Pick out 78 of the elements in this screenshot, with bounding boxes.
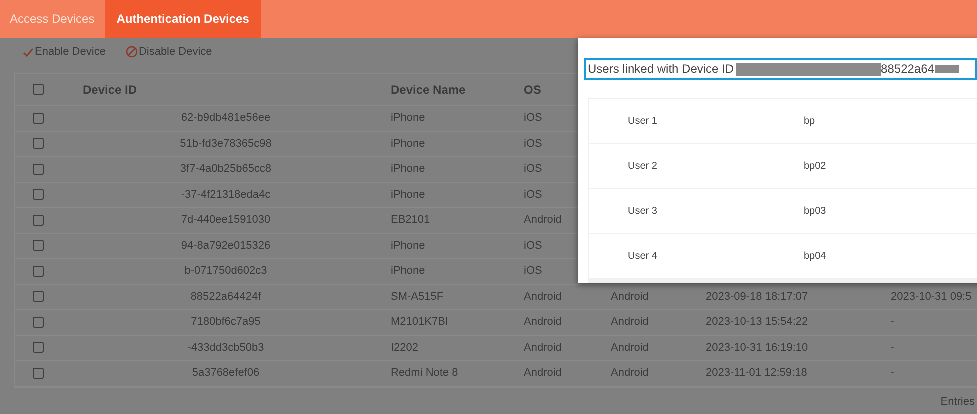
checkbox[interactable]	[32, 240, 44, 252]
tab[interactable]: Authentication Devices	[104, 0, 262, 38]
enable-device-button[interactable]: Enable Device	[23, 44, 106, 60]
checkbox[interactable]	[32, 342, 44, 354]
checkbox[interactable]	[32, 316, 44, 328]
user-label: User 4	[627, 250, 658, 264]
table-cell-text: iPhone	[391, 136, 426, 152]
check-icon	[23, 48, 34, 56]
checkbox[interactable]	[32, 112, 44, 124]
table-cell-text: Android	[611, 366, 649, 381]
table-cell-text: -433dd3cb50b3	[188, 340, 264, 356]
table-cell-text: Android	[611, 340, 649, 356]
table-cell-text: M2101K7BI	[391, 315, 448, 330]
checkbox[interactable]	[32, 138, 44, 150]
column-header: OS	[524, 82, 542, 98]
checkbox[interactable]	[32, 368, 44, 379]
table-cell-text: iPhone	[391, 111, 426, 126]
table-cell-text: 62-b9db481e56ee	[181, 111, 271, 126]
table-cell-text: 2023-11-01 12:59:18	[706, 366, 808, 381]
user-value: bp04	[804, 250, 826, 264]
table-cell-text: iOS	[524, 111, 542, 126]
table-cell-text: 3f7-4a0b25b65cc8	[180, 162, 272, 177]
table-cell-text: 5a3768efef06	[192, 366, 260, 381]
table-cell-text: 2023-09-18 18:17:07	[706, 290, 808, 304]
table-cell-text: b-071750d602c3	[184, 264, 268, 279]
table-cell-text: -	[891, 366, 895, 381]
device-id-text: 88522a64	[881, 61, 934, 78]
table-cell-text: 2023-10-13 15:54:22	[706, 315, 808, 330]
user-label: User 1	[627, 114, 658, 128]
table-cell-text: iOS	[524, 238, 542, 254]
table-cell-text: Android	[611, 290, 649, 304]
table-cell-text: Android	[611, 315, 649, 330]
table-cell-text: 94-8a792e015326	[181, 238, 271, 254]
column-header: Device Name	[391, 82, 466, 98]
tab[interactable]: Access Devices	[0, 0, 105, 38]
checkbox[interactable]	[32, 189, 44, 200]
table-cell-text: iOS	[524, 264, 542, 279]
table-cell-text: EB2101	[391, 213, 430, 228]
table-cell-text: -37-4f21318eda4c	[181, 188, 271, 202]
user-value: bp	[804, 114, 816, 128]
user-value: bp02	[804, 160, 826, 174]
user-label: User 2	[627, 160, 658, 174]
table-cell-text: 2023-10-31 16:19:10	[706, 340, 808, 356]
table-cell-text: -	[891, 315, 895, 330]
entries-label: Entries	[940, 394, 975, 410]
table-cell-text: SM-A515F	[391, 290, 444, 304]
table-cell-text: iPhone	[391, 188, 426, 202]
table-cell-text: iOS	[524, 188, 542, 202]
table-cell-text: Android	[524, 290, 562, 304]
table-cell-text: I2202	[391, 340, 419, 356]
table-cell-text: Android	[524, 366, 562, 381]
redaction-block	[935, 65, 960, 73]
checkbox[interactable]	[32, 266, 44, 277]
table-cell-text: 7d-440ee1591030	[181, 213, 271, 228]
table-cell-text: Android	[524, 213, 562, 228]
table-cell-text: iPhone	[391, 264, 426, 279]
table-cell-text: Redmi Note 8	[391, 366, 458, 381]
ban-icon	[126, 46, 138, 58]
table-cell-text: 7180bf6c7a95	[191, 315, 261, 330]
user-value: bp03	[804, 204, 826, 218]
table-cell-text: Android	[524, 340, 562, 356]
table-cell-text: iPhone	[391, 162, 426, 177]
table-cell-text: iPhone	[391, 238, 426, 254]
table-cell-text: 2023-10-31 09:5	[891, 290, 972, 304]
checkbox[interactable]	[32, 214, 44, 226]
table-cell-text: Android	[524, 315, 562, 330]
disable-device-button[interactable]: Disable Device	[126, 44, 212, 60]
checkbox[interactable]	[32, 291, 44, 302]
table-cell-text: -	[891, 340, 895, 356]
checkbox[interactable]	[32, 84, 44, 95]
table-cell-text: 88522a64424f	[190, 290, 262, 304]
user-label: User 3	[627, 204, 658, 218]
checkbox[interactable]	[32, 164, 44, 175]
table-cell-text: iOS	[524, 136, 542, 152]
column-header: Device ID	[83, 82, 138, 98]
table-cell-text: iOS	[524, 162, 542, 177]
title-text: Users linked with Device ID	[588, 61, 734, 78]
table-cell-text: 51b-fd3e78365c98	[180, 136, 272, 152]
